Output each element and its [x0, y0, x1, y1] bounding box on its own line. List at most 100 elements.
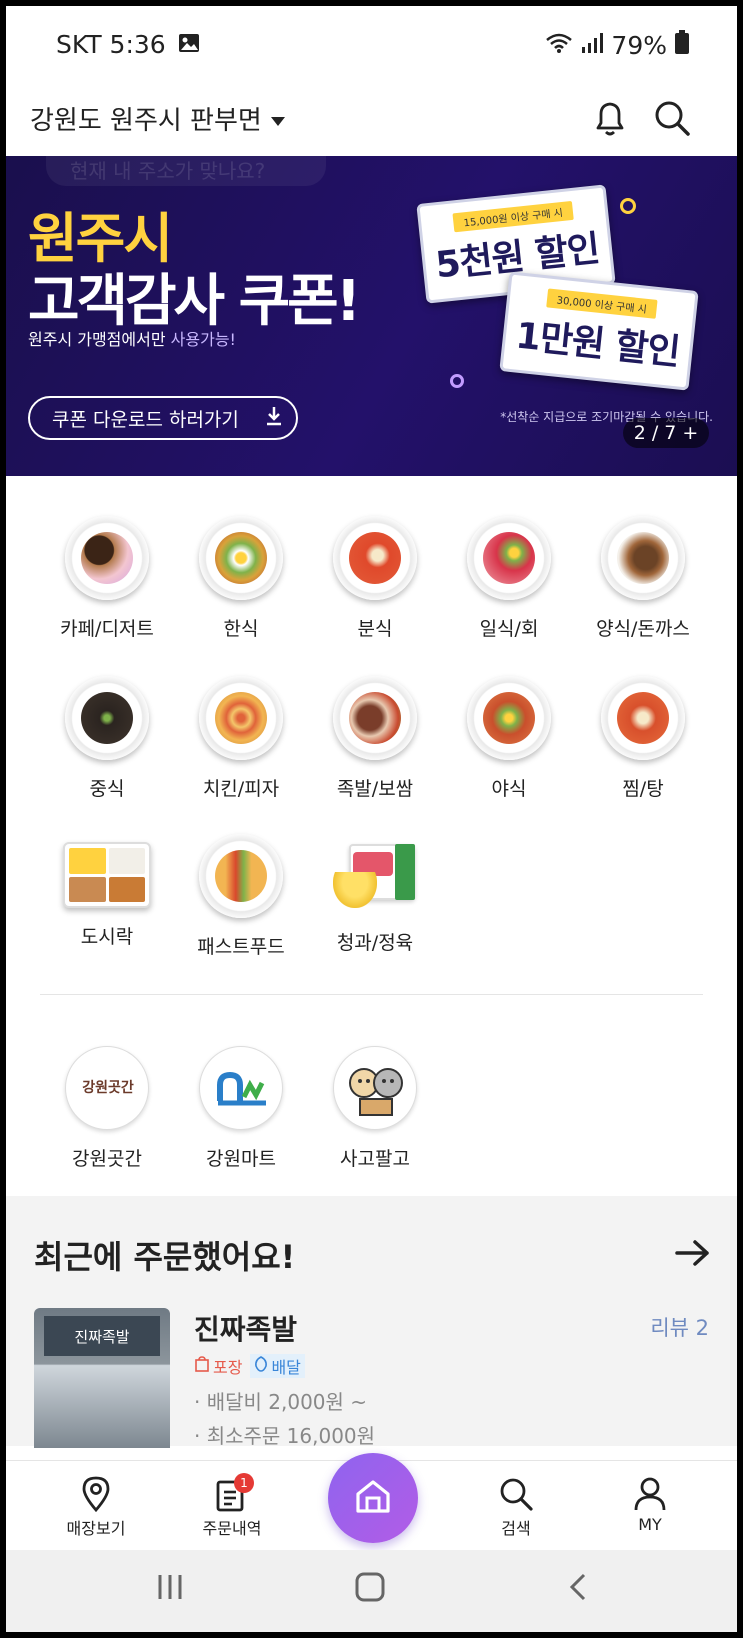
nav-orders[interactable]: 1 주문내역	[182, 1473, 282, 1539]
home-icon	[353, 1476, 393, 1520]
store-sign: 진짜족발	[44, 1316, 160, 1356]
partner-label: 강원곳간	[72, 1148, 142, 1170]
gangwon-gotgan-logo: 강원곳간	[65, 1046, 149, 1130]
section-divider	[40, 994, 703, 995]
ghost-text: 현재 내 주소가 맞나요?	[70, 159, 266, 183]
category-cafe-dessert[interactable]: 카페/디저트	[40, 516, 174, 641]
banner-page-indicator[interactable]: 2 / 7 +	[623, 418, 709, 448]
delivery-tag: 배달	[250, 1354, 305, 1378]
location-label: 강원도 원주시 판부면	[30, 106, 262, 136]
category-label: 패스트푸드	[197, 936, 285, 958]
arrow-right-icon[interactable]	[675, 1238, 711, 1268]
partner-gangwon-mart[interactable]: 강원마트	[174, 1046, 308, 1171]
chicken-pizza-icon	[199, 676, 283, 760]
search-icon[interactable]	[652, 98, 692, 138]
category-western[interactable]: 양식/돈까스	[576, 516, 710, 641]
gangwon-gotgan-logo-text: 강원곳간	[82, 1080, 134, 1096]
partner-label: 사고팔고	[340, 1148, 410, 1170]
recent-orders-section: 최근에 주문했어요! 진짜족발 진짜족발 리뷰 2 포장 배달 · 배달비 2,…	[6, 1196, 737, 1448]
status-bar: SKT 5:36 79%	[6, 6, 737, 86]
system-nav-bar	[6, 1550, 737, 1632]
store-tags: 포장 배달	[194, 1354, 305, 1378]
phone-screen: SKT 5:36 79% 강원도 원주시 판부면 현재 내 주소가 맞나요? 원…	[6, 6, 737, 1632]
category-label: 중식	[89, 778, 125, 800]
coupon-download-label: 쿠폰 다운로드 하러가기	[52, 408, 239, 431]
nav-my-label: MY	[638, 1515, 662, 1534]
nav-store[interactable]: 매장보기	[46, 1473, 146, 1539]
location-selector[interactable]: 강원도 원주시 판부면	[30, 100, 286, 137]
recent-apps-icon[interactable]	[156, 1572, 184, 1606]
battery-percent: 79%	[611, 30, 667, 60]
gallery-icon	[178, 30, 200, 59]
delivery-label: 배달	[271, 1358, 301, 1377]
back-icon[interactable]	[566, 1572, 590, 1606]
category-korean[interactable]: 한식	[174, 516, 308, 641]
nav-my[interactable]: MY	[600, 1473, 700, 1534]
western-food-icon	[601, 516, 685, 600]
category-label: 청과/정육	[336, 932, 414, 954]
promo-banner[interactable]: 현재 내 주소가 맞나요? 원주시 고객감사 쿠폰! 원주시 가맹점에서만 사용…	[6, 156, 737, 476]
receipt-icon	[182, 1473, 282, 1515]
category-stew[interactable]: 찜/탕	[576, 676, 710, 801]
category-chicken-pizza[interactable]: 치킨/피자	[174, 676, 308, 801]
stew-icon	[601, 676, 685, 760]
category-label: 한식	[223, 618, 259, 640]
bottom-nav: 매장보기 1 주문내역 검색 MY	[6, 1453, 737, 1550]
banner-subtitle-text: 원주시 가맹점에서만	[28, 330, 171, 349]
delivery-icon	[254, 1356, 268, 1376]
partner-sagopalgo[interactable]: 사고팔고	[308, 1046, 442, 1171]
produce-meat-icon	[331, 838, 419, 914]
banner-subtitle-highlight: 사용가능!	[170, 330, 236, 349]
banner-ghost-tooltip: 현재 내 주소가 맞나요?	[46, 156, 326, 186]
late-night-icon	[467, 676, 551, 760]
cafe-dessert-icon	[65, 516, 149, 600]
recent-orders-title: 최근에 주문했어요!	[34, 1238, 296, 1276]
category-chinese[interactable]: 중식	[40, 676, 174, 801]
category-jokbal-bossam[interactable]: 족발/보쌈	[308, 676, 442, 801]
status-time: SKT 5:36	[56, 30, 166, 59]
jokbal-bossam-icon	[333, 676, 417, 760]
category-label: 분식	[357, 618, 393, 640]
category-fastfood[interactable]: 패스트푸드	[174, 834, 308, 959]
category-late-night[interactable]: 야식	[442, 676, 576, 801]
category-label: 치킨/피자	[202, 778, 280, 800]
category-label: 도시락	[80, 926, 134, 948]
download-icon	[265, 406, 283, 431]
nav-search[interactable]: 검색	[466, 1473, 566, 1539]
nav-home-button[interactable]	[328, 1453, 418, 1543]
gangwon-mart-logo	[199, 1046, 283, 1130]
coupon-download-button[interactable]: 쿠폰 다운로드 하러가기	[28, 396, 298, 440]
japanese-food-icon	[467, 516, 551, 600]
category-label: 카페/디저트	[60, 618, 154, 640]
category-label: 일식/회	[479, 618, 539, 640]
bell-icon[interactable]	[590, 98, 630, 138]
store-photo: 진짜족발	[34, 1308, 170, 1448]
chinese-food-icon	[65, 676, 149, 760]
banner-title-line2: 고객감사 쿠폰!	[28, 269, 361, 334]
category-japanese[interactable]: 일식/회	[442, 516, 576, 641]
store-review-count[interactable]: 리뷰 2	[650, 1312, 709, 1342]
partner-label: 강원마트	[206, 1148, 276, 1170]
delivery-fee: · 배달비 2,000원 ~	[194, 1390, 368, 1414]
coupon-ticket-2: 30,000 이상 구매 시 1만원 할인	[499, 271, 699, 391]
takeout-bag-icon	[194, 1356, 210, 1376]
lunchbox-icon	[63, 842, 151, 908]
category-label: 족발/보쌈	[336, 778, 414, 800]
recent-store-card[interactable]: 진짜족발 진짜족발 리뷰 2 포장 배달 · 배달비 2,000원 ~ · 최소…	[34, 1308, 709, 1448]
partner-gangwon-gotgan[interactable]: 강원곳간 강원곳간	[40, 1046, 174, 1171]
takeout-label: 포장	[213, 1358, 243, 1377]
battery-icon	[675, 30, 689, 60]
category-label: 양식/돈까스	[596, 618, 690, 640]
snack-food-icon	[333, 516, 417, 600]
category-snack[interactable]: 분식	[308, 516, 442, 641]
category-label: 야식	[491, 778, 527, 800]
home-system-icon[interactable]	[354, 1572, 386, 1606]
signal-icon	[581, 31, 604, 60]
category-label: 찜/탕	[622, 778, 664, 800]
category-lunchbox[interactable]: 도시락	[40, 834, 174, 949]
category-produce-meat[interactable]: 청과/정육	[308, 834, 442, 955]
orders-badge: 1	[234, 1473, 254, 1493]
caret-down-icon	[270, 104, 286, 134]
user-icon	[600, 1473, 700, 1515]
nav-orders-label: 주문내역	[202, 1519, 262, 1538]
